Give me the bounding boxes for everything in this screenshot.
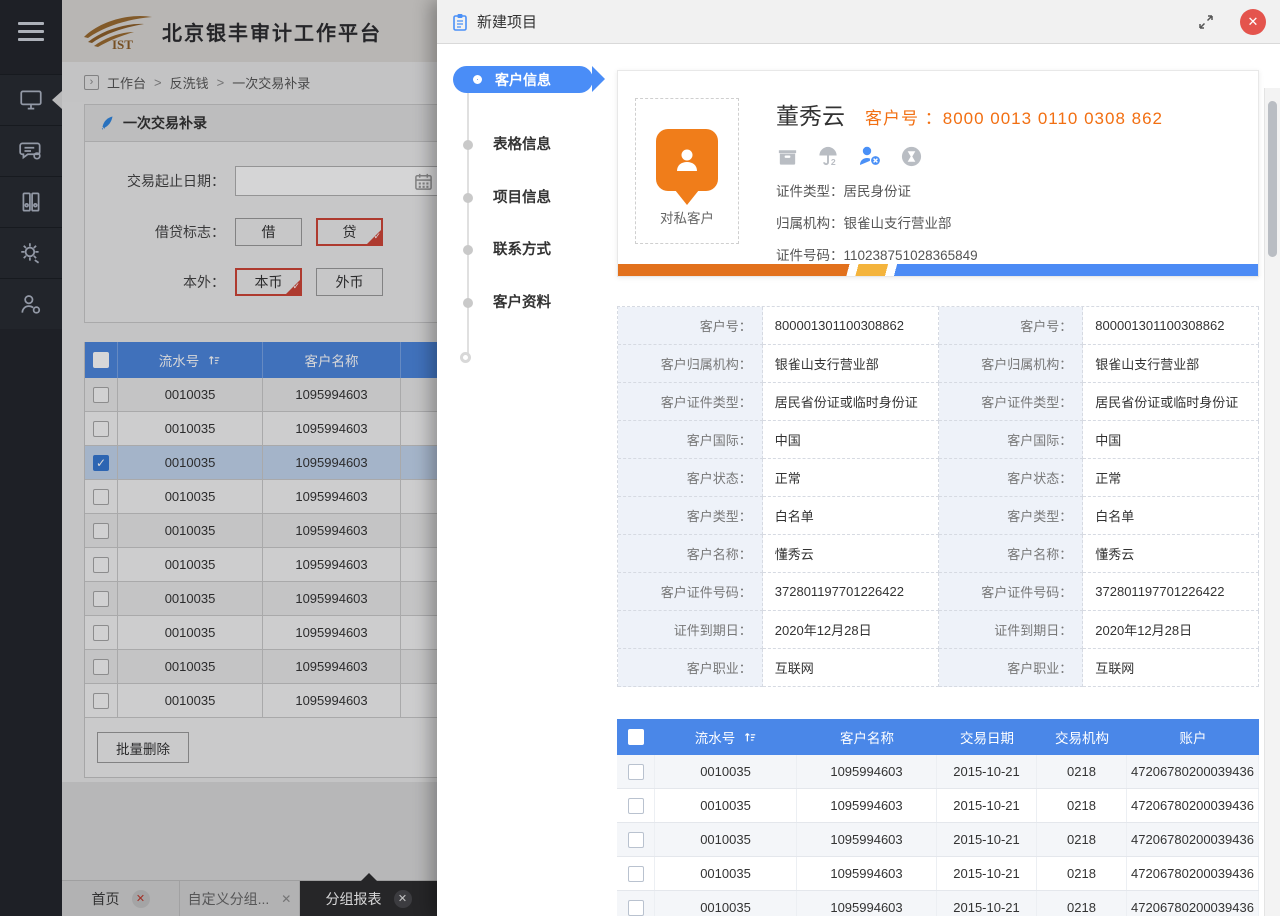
detail-row: 客户归属机构： 银雀山支行营业部 客户归属机构： 银雀山支行营业部 xyxy=(618,345,1259,383)
drawer-transaction-table: 流水号 客户名称 交易日期 交易机构 账户 0010035 1095994603 xyxy=(617,719,1259,916)
customer-info-line: 证件类型：居民身份证 xyxy=(776,180,1163,200)
pin-tip xyxy=(675,190,699,205)
person-pin-icon xyxy=(656,129,718,191)
step-dot-icon xyxy=(463,140,473,150)
customer-number: 客户号 ：8000 0013 0110 0308 862 xyxy=(865,104,1163,129)
customer-detail-table: 客户号： 800001301100308862 客户号： 80000130110… xyxy=(617,306,1259,687)
scrollbar-thumb[interactable] xyxy=(1268,101,1277,257)
column-header-account[interactable]: 账户 xyxy=(1127,719,1259,755)
umbrella-2-icon[interactable]: 2 xyxy=(816,145,840,168)
new-project-drawer: 新建项目 ✕ 客户信息 表格信息 项目信息 xyxy=(437,0,1280,916)
detail-row: 客户证件类型： 居民省份证或临时身份证 客户证件类型： 居民省份证或临时身份证 xyxy=(618,383,1259,421)
detail-row: 客户职业： 互联网 客户职业： 互联网 xyxy=(618,649,1259,687)
table-row[interactable]: 0010035 1095994603 2015-10-21 0218 47206… xyxy=(617,857,1259,891)
row-checkbox[interactable] xyxy=(628,764,644,780)
table-header-row: 流水号 客户名称 交易日期 交易机构 账户 xyxy=(617,719,1259,755)
customer-name: 董秀云 xyxy=(776,97,845,131)
close-button[interactable]: ✕ xyxy=(1240,9,1266,35)
customer-avatar: 对私客户 xyxy=(635,98,739,244)
clipboard-icon xyxy=(451,13,469,31)
select-all-checkbox[interactable] xyxy=(628,729,644,745)
row-checkbox[interactable] xyxy=(628,798,644,814)
table-row[interactable]: 0010035 1095994603 2015-10-21 0218 47206… xyxy=(617,891,1259,916)
detail-row: 客户国际： 中国 客户国际： 中国 xyxy=(618,421,1259,459)
step-dot-icon xyxy=(463,193,473,203)
row-checkbox[interactable] xyxy=(628,866,644,882)
step-dot-icon xyxy=(463,298,473,308)
svg-text:2: 2 xyxy=(831,157,836,167)
detail-row: 客户类型： 白名单 客户类型： 白名单 xyxy=(618,497,1259,535)
table-row[interactable]: 0010035 1095994603 2015-10-21 0218 47206… xyxy=(617,823,1259,857)
modal-mask xyxy=(0,0,437,916)
customer-info-line: 归属机构：银雀山支行营业部 xyxy=(776,212,1163,232)
person-x-icon[interactable] xyxy=(857,144,883,168)
drawer-header: 新建项目 ✕ xyxy=(437,0,1280,44)
step-end-circle-icon xyxy=(460,352,471,363)
row-checkbox[interactable] xyxy=(628,900,644,916)
row-checkbox[interactable] xyxy=(628,832,644,848)
column-header-org[interactable]: 交易机构 xyxy=(1037,719,1127,755)
active-step-ring-icon xyxy=(473,75,482,84)
detail-row: 客户号： 800001301100308862 客户号： 80000130110… xyxy=(618,307,1259,345)
table-row[interactable]: 0010035 1095994603 2015-10-21 0218 47206… xyxy=(617,789,1259,823)
table-row[interactable]: 0010035 1095994603 2015-10-21 0218 47206… xyxy=(617,755,1259,789)
detail-row: 证件到期日： 2020年12月28日 证件到期日： 2020年12月28日 xyxy=(618,611,1259,649)
archive-box-icon[interactable] xyxy=(776,145,799,168)
step-nav: 客户信息 表格信息 项目信息 联系方式 客户资料 xyxy=(437,44,617,916)
step-connector-line xyxy=(467,90,469,362)
step-dot-icon xyxy=(463,245,473,255)
customer-type-label: 对私客户 xyxy=(636,207,738,227)
scrollbar-track[interactable] xyxy=(1264,88,1280,916)
column-header-customer[interactable]: 客户名称 xyxy=(797,719,937,755)
detail-row: 客户名称： 懂秀云 客户名称： 懂秀云 xyxy=(618,535,1259,573)
detail-row: 客户证件号码： 372801197701226422 客户证件号码： 37280… xyxy=(618,573,1259,611)
step-customer-info[interactable]: 客户信息 xyxy=(453,66,593,93)
customer-info-line: 证件号码：110238751028365849 xyxy=(776,244,1163,264)
column-header-serial[interactable]: 流水号 xyxy=(695,727,736,747)
expand-icon[interactable] xyxy=(1198,14,1214,30)
hourglass-icon[interactable] xyxy=(900,145,923,168)
customer-card: 对私客户 董秀云 客户号 ：8000 0013 0110 0308 862 2 … xyxy=(617,70,1259,277)
column-header-date[interactable]: 交易日期 xyxy=(937,719,1037,755)
detail-row: 客户状态： 正常 客户状态： 正常 xyxy=(618,459,1259,497)
drawer-title: 新建项目 xyxy=(477,11,537,32)
sort-icon[interactable] xyxy=(743,730,757,744)
card-accent-stripe xyxy=(618,264,1258,276)
